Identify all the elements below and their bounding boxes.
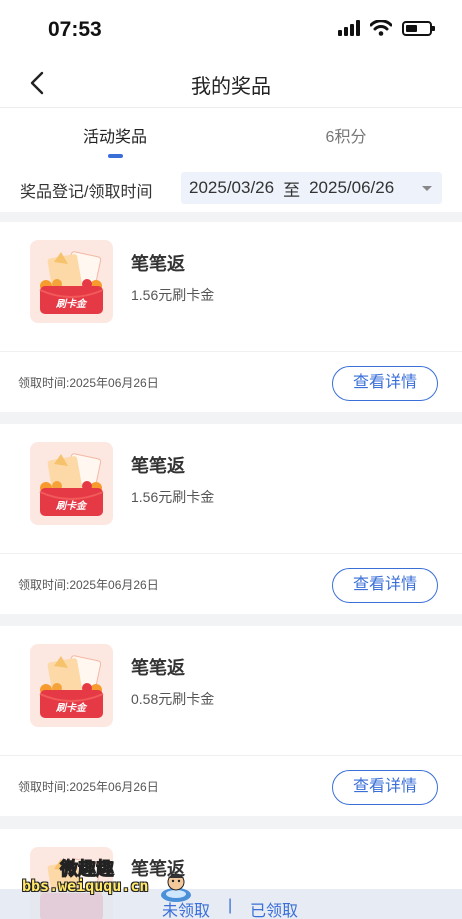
battery-icon: [402, 20, 435, 36]
claim-time: 领取时间:2025年06月26日: [18, 780, 159, 794]
prize-title: 笔笔返: [131, 254, 185, 274]
status-time: 07:53: [48, 18, 102, 41]
view-details-button[interactable]: 查看详情: [332, 568, 438, 603]
tab-activity-prizes[interactable]: 活动奖品: [25, 123, 205, 147]
prize-amount: 0.58元刷卡金: [131, 691, 215, 707]
view-details-button[interactable]: 查看详情: [332, 770, 438, 805]
caret-down-icon: [422, 186, 432, 191]
claimed-filter-link[interactable]: 已领取: [250, 897, 298, 919]
date-to: 2025/06/26: [309, 178, 395, 197]
date-range-picker[interactable]: 2025/03/26 至 2025/06/26: [181, 172, 442, 204]
view-details-button[interactable]: 查看详情: [332, 366, 438, 401]
prize-card-body: 刷卡金 笔笔返 1.56元刷卡金: [0, 424, 462, 554]
tab-bar: 活动奖品 6积分: [0, 108, 462, 162]
status-icons: [338, 20, 435, 36]
red-envelope-icon: 刷卡金: [30, 644, 113, 727]
prize-card-body: 刷卡金 笔笔返 1.56元刷卡金: [0, 222, 462, 352]
mascot-icon: [161, 873, 191, 902]
prize-card-body: 刷卡金 笔笔返 0.58元刷卡金: [0, 626, 462, 756]
prize-card: 刷卡金 笔笔返 0.58元刷卡金 领取时间:2025年06月26日 查看详情: [0, 626, 462, 816]
thumb-badge: 刷卡金: [55, 298, 88, 310]
prize-card: 刷卡金 笔笔返 1.56元刷卡金 领取时间:2025年06月26日 查看详情: [0, 424, 462, 614]
cellular-signal-icon: [338, 20, 360, 36]
active-tab-indicator: [108, 154, 123, 158]
prize-amount: 1.56元刷卡金: [131, 287, 215, 303]
watermark-url: bbs.weiququ.cn: [22, 877, 149, 895]
page-title: 我的奖品: [191, 76, 271, 98]
red-envelope-icon: 刷卡金: [30, 442, 113, 525]
nav-bar: 我的奖品: [0, 58, 462, 108]
prize-card: 刷卡金 笔笔返 1.56元刷卡金 领取时间:2025年06月26日 查看详情: [0, 222, 462, 412]
divider: |: [228, 897, 233, 914]
prize-title: 笔笔返: [131, 456, 185, 476]
filter-label: 奖品登记/领取时间: [20, 184, 153, 201]
thumb-badge: 刷卡金: [55, 500, 88, 512]
date-from: 2025/03/26: [189, 178, 275, 197]
date-separator: 至: [283, 180, 301, 200]
red-envelope-icon: 刷卡金: [30, 240, 113, 323]
prize-title: 笔笔返: [131, 658, 185, 678]
prize-amount: 1.56元刷卡金: [131, 489, 215, 505]
claim-time: 领取时间:2025年06月26日: [18, 376, 159, 390]
wifi-icon: [370, 20, 392, 36]
tab-points[interactable]: 6积分: [256, 123, 436, 147]
status-bar: 07:53: [0, 0, 462, 58]
date-filter-row: 奖品登记/领取时间 2025/03/26 至 2025/06/26: [0, 162, 462, 212]
claim-time: 领取时间:2025年06月26日: [18, 578, 159, 592]
thumb-badge: 刷卡金: [55, 702, 88, 714]
